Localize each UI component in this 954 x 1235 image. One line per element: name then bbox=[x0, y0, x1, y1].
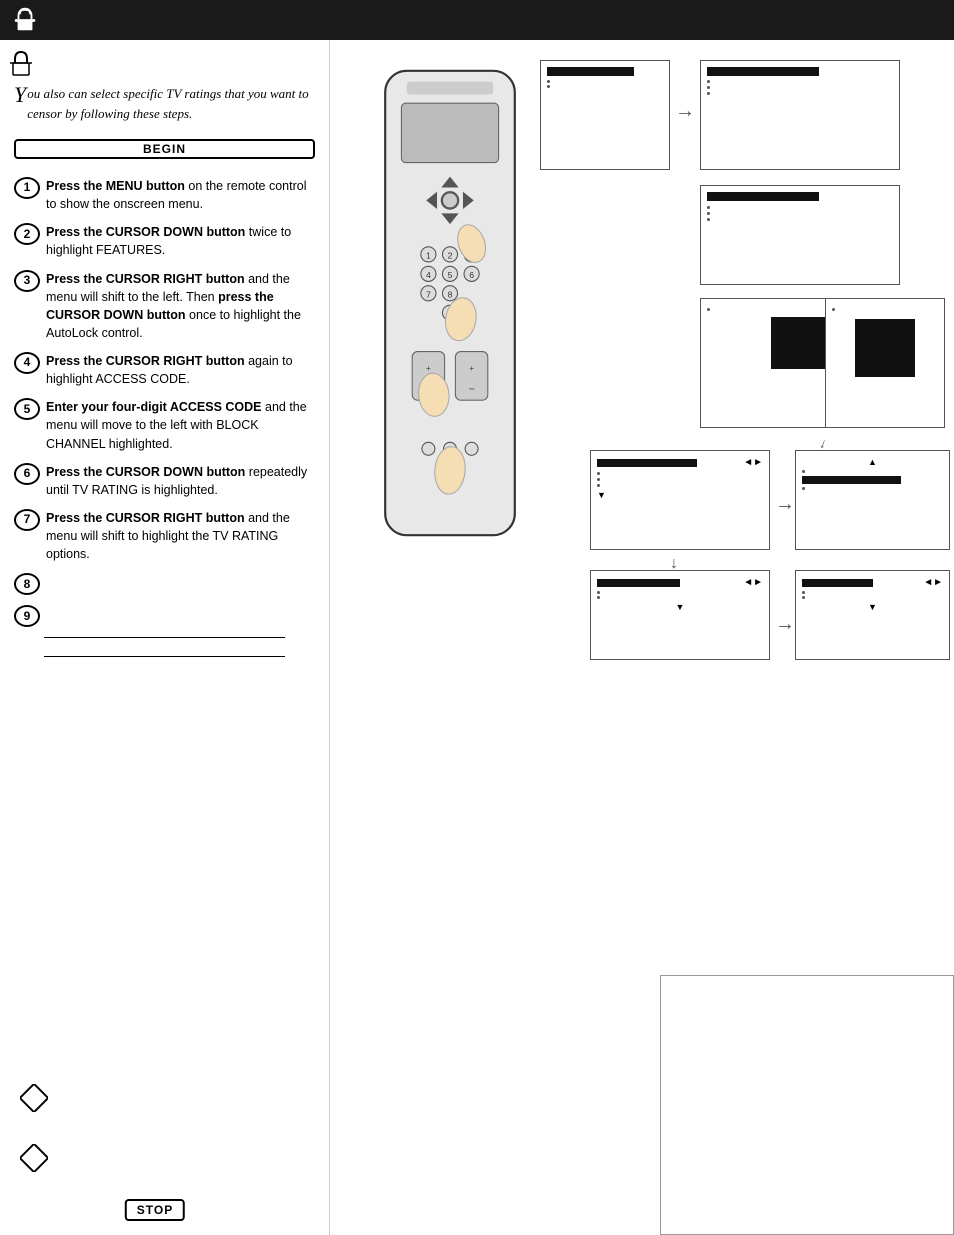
svg-text:4: 4 bbox=[426, 270, 431, 280]
screen-box-5 bbox=[825, 298, 945, 428]
step-2: 2 Press the CURSOR DOWN button twice to … bbox=[14, 223, 315, 259]
screen-box-9: ◄► ▼ bbox=[795, 570, 950, 660]
arrow-4: → bbox=[775, 613, 795, 636]
svg-text:2: 2 bbox=[448, 251, 453, 261]
step-num-5: 5 bbox=[14, 398, 40, 420]
screen-box-1 bbox=[540, 60, 670, 170]
step-3: 3 Press the CURSOR RIGHT button and the … bbox=[14, 270, 315, 343]
blank-line-2 bbox=[44, 656, 285, 657]
svg-text:6: 6 bbox=[469, 270, 474, 280]
step-num-7: 7 bbox=[14, 509, 40, 531]
step-num-1: 1 bbox=[14, 177, 40, 199]
lock-icon bbox=[14, 7, 36, 33]
right-panel: 1 2 3 4 5 6 7 8 0 + − + − bbox=[330, 40, 954, 1235]
arrow-2: → bbox=[775, 493, 795, 516]
step-8: 8 bbox=[14, 573, 315, 595]
step-2-text: Press the CURSOR DOWN button twice to hi… bbox=[46, 223, 315, 259]
screen-box-2 bbox=[700, 60, 900, 170]
step-5-text: Enter your four-digit ACCESS CODE and th… bbox=[46, 398, 315, 452]
svg-text:−: − bbox=[468, 384, 474, 396]
drop-cap: Y bbox=[14, 84, 26, 106]
screen-box-3 bbox=[700, 185, 900, 285]
screen-box-8: ◄► ▼ bbox=[590, 570, 770, 660]
screen-box-6: ◄► ▼ bbox=[590, 450, 770, 550]
step-9: 9 bbox=[14, 605, 315, 627]
step-7-text: Press the CURSOR RIGHT button and the me… bbox=[46, 509, 315, 563]
step-5: 5 Enter your four-digit ACCESS CODE and … bbox=[14, 398, 315, 452]
bottom-instruction-panel bbox=[660, 975, 954, 1235]
step-4-text: Press the CURSOR RIGHT button again to h… bbox=[46, 352, 315, 388]
step-3-text: Press the CURSOR RIGHT button and the me… bbox=[46, 270, 315, 343]
step-num-3: 3 bbox=[14, 270, 40, 292]
begin-badge: BEGIN bbox=[14, 133, 315, 169]
step-num-4: 4 bbox=[14, 352, 40, 374]
step-6-text: Press the CURSOR DOWN button repeatedly … bbox=[46, 463, 315, 499]
svg-text:+: + bbox=[469, 363, 474, 373]
svg-text:7: 7 bbox=[426, 290, 431, 300]
header-bar bbox=[0, 0, 954, 40]
left-instruction-panel: You also can select specific TV ratings … bbox=[0, 40, 330, 1235]
svg-text:1: 1 bbox=[426, 251, 431, 261]
step-1: 1 Press the MENU button on the remote co… bbox=[14, 177, 315, 213]
step-num-2: 2 bbox=[14, 223, 40, 245]
screen-box-7: ▲ bbox=[795, 450, 950, 550]
bottom-diamond-bottom bbox=[20, 1144, 48, 1175]
lock-icon-small bbox=[10, 50, 32, 81]
step-num-6: 6 bbox=[14, 463, 40, 485]
remote-svg: 1 2 3 4 5 6 7 8 0 + − + − bbox=[340, 60, 560, 600]
blank-line bbox=[44, 637, 285, 638]
step-num-8: 8 bbox=[14, 573, 40, 595]
step-7: 7 Press the CURSOR RIGHT button and the … bbox=[14, 509, 315, 563]
svg-text:+: + bbox=[426, 363, 431, 373]
stop-badge: STOP bbox=[125, 1193, 185, 1221]
step-4: 4 Press the CURSOR RIGHT button again to… bbox=[14, 352, 315, 388]
arrow-1: → bbox=[675, 100, 695, 123]
step-1-text: Press the MENU button on the remote cont… bbox=[46, 177, 315, 213]
bottom-diamond-top bbox=[20, 1084, 48, 1115]
svg-text:8: 8 bbox=[448, 290, 453, 300]
intro-paragraph: You also can select specific TV ratings … bbox=[14, 84, 315, 123]
intro-text: ou also can select specific TV ratings t… bbox=[27, 86, 308, 121]
step-num-9: 9 bbox=[14, 605, 40, 627]
remote-control-illustration: 1 2 3 4 5 6 7 8 0 + − + − bbox=[340, 60, 560, 600]
step-6: 6 Press the CURSOR DOWN button repeatedl… bbox=[14, 463, 315, 499]
svg-text:5: 5 bbox=[448, 270, 453, 280]
